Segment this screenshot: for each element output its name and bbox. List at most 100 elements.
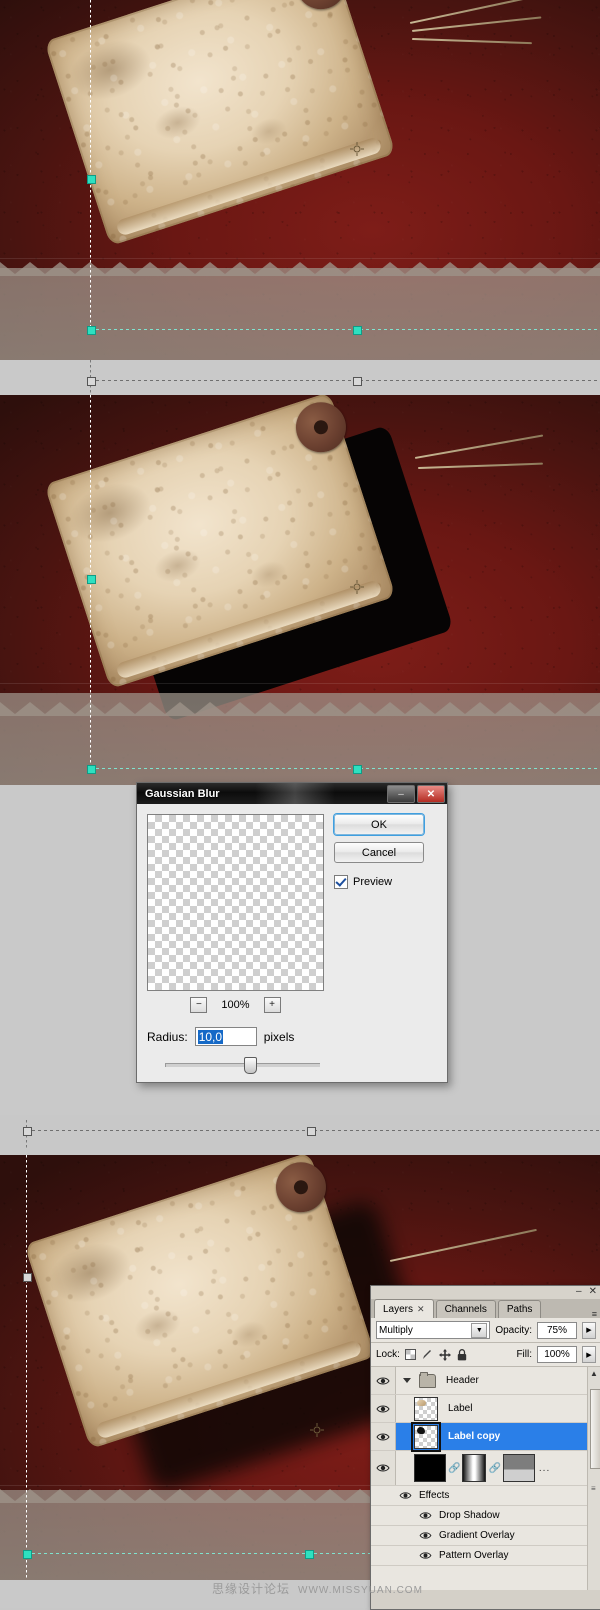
effect-gradient-overlay[interactable]: Gradient Overlay (371, 1526, 600, 1546)
mask-link-icon[interactable]: 🔗 (488, 1463, 500, 1474)
cancel-button[interactable]: Cancel (334, 842, 424, 863)
lock-transparent-pixels-icon[interactable] (404, 1349, 416, 1360)
layer-thumbnail[interactable] (411, 1421, 441, 1452)
selection-handle[interactable] (305, 1550, 314, 1559)
lock-image-pixels-icon[interactable] (422, 1349, 433, 1360)
dialog-body: − 100% + Radius: 10,0 pixels OK Cancel P… (137, 804, 447, 1082)
selection-handle[interactable] (353, 765, 362, 774)
vector-mask-thumbnail[interactable] (502, 1454, 535, 1482)
gaussian-blur-dialog[interactable]: Gaussian Blur – ✕ − 100% + Radius: 10,0 (136, 782, 448, 1083)
canvas-step-1[interactable] (0, 0, 600, 360)
effects-row[interactable]: Effects (371, 1486, 600, 1506)
selection-handle[interactable] (87, 377, 96, 386)
slider-thumb[interactable] (244, 1057, 257, 1074)
eye-icon (376, 1433, 390, 1440)
radius-slider[interactable] (147, 1056, 324, 1074)
visibility-toggle[interactable] (371, 1395, 396, 1422)
layer-row-styles[interactable]: 🔗 🔗 ... (371, 1451, 600, 1486)
tab-close-icon[interactable]: ✕ (417, 1304, 425, 1315)
selection-handle[interactable] (307, 1127, 316, 1136)
panel-titlebar[interactable]: – ✕ (371, 1286, 600, 1299)
visibility-toggle[interactable] (371, 1423, 396, 1450)
layer-name: Label copy (448, 1431, 501, 1442)
eye-icon (376, 1377, 390, 1384)
zoom-out-button[interactable]: − (190, 997, 208, 1013)
preview-checkbox-row[interactable]: Preview (334, 875, 424, 889)
lock-icon-group (404, 1348, 467, 1361)
opacity-input[interactable]: 75% (537, 1321, 577, 1339)
lock-fill-row: Lock: Fill: 100% ▶ (371, 1343, 600, 1367)
effect-label: Pattern Overlay (439, 1550, 509, 1561)
selection-handle[interactable] (87, 175, 96, 184)
dialog-window-buttons: – ✕ (387, 785, 445, 803)
fill-input[interactable]: 100% (537, 1346, 577, 1363)
tab-channels-label: Channels (444, 1304, 487, 1315)
effect-pattern-overlay[interactable]: Pattern Overlay (371, 1546, 600, 1566)
scrollbar-grip-icon: ≡ (591, 1484, 596, 1493)
layer-mask-thumbnail[interactable] (462, 1454, 487, 1482)
visibility-toggle[interactable] (371, 1451, 396, 1485)
selection-handle[interactable] (23, 1550, 32, 1559)
opacity-spinner-icon[interactable]: ▶ (582, 1321, 596, 1339)
layer-row[interactable]: Header (371, 1367, 600, 1395)
selection-handle[interactable] (353, 377, 362, 386)
canvas-step-2[interactable] (0, 395, 600, 785)
effect-label: Drop Shadow (439, 1510, 500, 1521)
blend-mode-value: Multiply (379, 1324, 413, 1336)
eye-icon[interactable] (419, 1551, 432, 1560)
slider-track (165, 1063, 320, 1067)
minimize-button[interactable]: – (387, 785, 415, 803)
selection-handle[interactable] (87, 326, 96, 335)
chevron-down-icon[interactable]: ▼ (471, 1322, 488, 1338)
layer-row-selected[interactable]: Label copy (371, 1421, 600, 1452)
minimize-icon[interactable]: – (576, 1287, 585, 1297)
eye-icon[interactable] (399, 1491, 412, 1500)
lock-position-icon[interactable] (438, 1348, 451, 1361)
selection-handle[interactable] (87, 575, 96, 584)
panel-menu-icon[interactable]: ≡ (592, 1310, 600, 1319)
selection-handle[interactable] (353, 326, 362, 335)
layer-thumbnail-black[interactable] (414, 1454, 446, 1482)
tab-layers-label: Layers (383, 1303, 414, 1315)
effects-label: Effects (419, 1490, 450, 1501)
tab-channels[interactable]: Channels (435, 1300, 496, 1318)
watermark-en: WWW.MISSYUAN.COM (298, 1585, 423, 1596)
lock-all-icon[interactable] (457, 1348, 467, 1361)
watermark: 思缘设计论坛 WWW.MISSYUAN.COM (212, 1580, 423, 1597)
selection-handle[interactable] (23, 1273, 32, 1282)
tab-layers[interactable]: Layers ✕ (374, 1299, 434, 1318)
dialog-left-column: − 100% + Radius: 10,0 pixels (147, 814, 324, 1074)
visibility-toggle[interactable] (371, 1367, 396, 1394)
blend-mode-select[interactable]: Multiply ▼ (376, 1321, 491, 1339)
scrollbar-thumb[interactable] (590, 1389, 600, 1469)
radius-label: Radius: (147, 1029, 188, 1044)
layer-list[interactable]: Header Label Label copy 🔗 🔗 ... Effects … (371, 1367, 600, 1590)
fill-label: Fill: (516, 1349, 532, 1360)
styles-overflow-icon[interactable]: ... (539, 1463, 550, 1474)
layer-thumbnail[interactable] (414, 1396, 438, 1421)
group-disclosure-icon[interactable] (403, 1378, 411, 1383)
close-button[interactable]: ✕ (417, 785, 445, 803)
zoom-in-button[interactable]: + (263, 997, 281, 1013)
layers-panel[interactable]: – ✕ Layers ✕ Channels Paths ≡ Multiply ▼ (370, 1285, 600, 1610)
preview-checkbox[interactable] (334, 875, 348, 889)
selection-handle[interactable] (23, 1127, 32, 1136)
layer-row[interactable]: Label (371, 1395, 600, 1423)
eye-icon[interactable] (419, 1511, 432, 1520)
mask-link-icon[interactable]: 🔗 (448, 1463, 460, 1474)
radius-input[interactable]: 10,0 (194, 1027, 257, 1046)
selection-guide-horizontal (90, 329, 600, 330)
effect-drop-shadow[interactable]: Drop Shadow (371, 1506, 600, 1526)
layer-list-scrollbar[interactable]: ▲ ≡ (587, 1367, 600, 1590)
fill-spinner-icon[interactable]: ▶ (582, 1346, 596, 1363)
lock-label: Lock: (376, 1349, 400, 1360)
eye-icon[interactable] (419, 1531, 432, 1540)
close-icon[interactable]: ✕ (589, 1287, 597, 1297)
blur-preview[interactable] (147, 814, 324, 991)
ok-button[interactable]: OK (334, 814, 424, 835)
dialog-titlebar[interactable]: Gaussian Blur – ✕ (137, 783, 447, 804)
scroll-up-icon[interactable]: ▲ (590, 1369, 598, 1378)
tab-paths[interactable]: Paths (497, 1300, 542, 1318)
watermark-cn: 思缘设计论坛 (212, 1582, 291, 1596)
selection-handle[interactable] (87, 765, 96, 774)
